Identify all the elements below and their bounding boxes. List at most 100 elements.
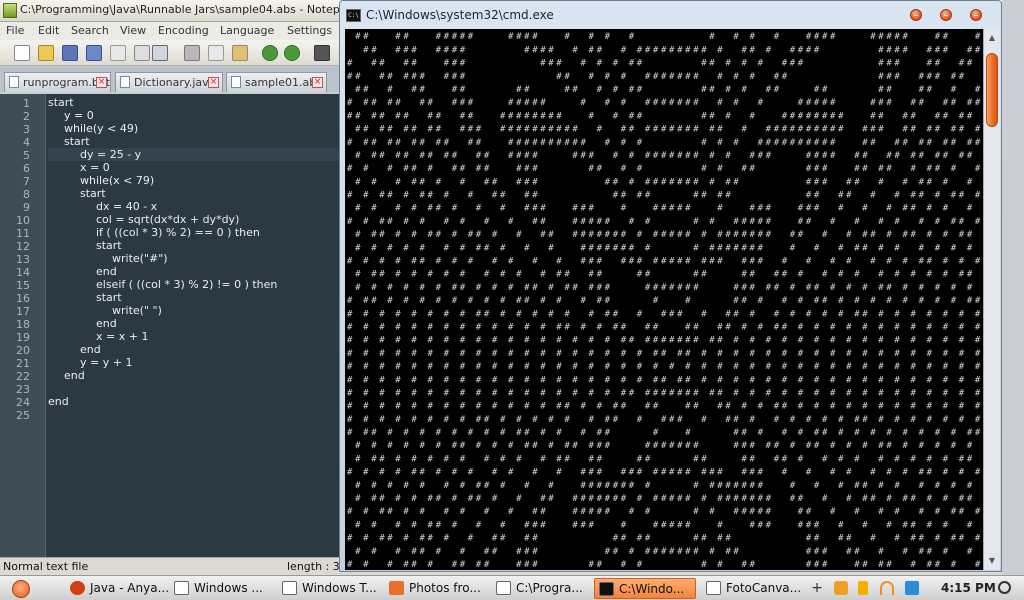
- close-button[interactable]: [970, 9, 982, 21]
- find-icon[interactable]: [314, 45, 330, 61]
- ascii-hash-char: #: [403, 243, 409, 253]
- ascii-hash-char: #: [436, 547, 442, 557]
- task-windows-2[interactable]: Windows T...: [278, 578, 382, 599]
- paste-icon[interactable]: [232, 45, 248, 61]
- ascii-hash-char: #: [838, 270, 844, 280]
- ascii-hash-char: #: [742, 270, 748, 280]
- task-windows-1[interactable]: Windows ...: [170, 578, 274, 599]
- ascii-hash-char: #: [436, 283, 442, 293]
- ascii-hash-char: #: [613, 111, 619, 121]
- code-area[interactable]: start y = 0 while(y < 49) start dy = 25 - yx…: [48, 94, 345, 557]
- task-photos[interactable]: Photos fro...: [385, 578, 489, 599]
- cut-icon[interactable]: [184, 45, 200, 61]
- ascii-hash-char: #: [629, 177, 635, 187]
- ascii-hash-char: #: [484, 164, 490, 174]
- menu-edit[interactable]: Edit: [38, 24, 59, 37]
- ascii-hash-char: #: [379, 389, 385, 399]
- close-icon[interactable]: ×: [312, 77, 323, 88]
- battery-icon[interactable]: [858, 581, 868, 595]
- ascii-hash-char: #: [798, 507, 804, 517]
- ascii-hash-char: #: [411, 389, 417, 399]
- ascii-hash-char: #: [508, 375, 514, 385]
- code-editor[interactable]: 1 2 3 4 5 6 7 8 9 10 11 12 13 14 15 16 17 18 19 20 21 22 23 24 2…: [0, 94, 345, 557]
- task-programming-folder[interactable]: C:\Progra...: [492, 578, 590, 599]
- ascii-hash-char: #: [927, 349, 933, 359]
- ascii-hash-char: #: [927, 323, 933, 333]
- task-cmd[interactable]: C:\Windo...: [594, 578, 696, 599]
- scroll-down-icon[interactable]: ▼: [986, 555, 998, 567]
- ascii-hash-char: #: [597, 45, 603, 55]
- ascii-hash-char: #: [653, 547, 659, 557]
- save-all-icon[interactable]: [86, 45, 102, 61]
- maximize-button[interactable]: [940, 9, 952, 21]
- menu-encoding[interactable]: Encoding: [158, 24, 209, 37]
- start-button[interactable]: [12, 580, 30, 598]
- ascii-hash-char: #: [516, 32, 522, 42]
- ascii-hash-char: #: [508, 283, 514, 293]
- ascii-hash-char: #: [846, 441, 852, 451]
- menu-settings[interactable]: Settings: [287, 24, 332, 37]
- wifi-icon[interactable]: [880, 581, 894, 595]
- tab-runprogram[interactable]: runprogram.bat ×: [4, 72, 111, 92]
- print-icon[interactable]: [152, 45, 168, 61]
- ascii-hash-char: #: [677, 177, 683, 187]
- close-all-icon[interactable]: [134, 45, 150, 61]
- ascii-hash-char: #: [798, 204, 804, 214]
- plus-icon[interactable]: +: [810, 581, 824, 595]
- close-icon[interactable]: ×: [96, 77, 107, 88]
- clock[interactable]: 4:15 PM: [941, 581, 996, 595]
- menu-file[interactable]: File: [6, 24, 24, 37]
- ascii-hash-char: #: [355, 151, 361, 161]
- ascii-hash-char: #: [790, 45, 796, 55]
- ascii-hash-char: #: [790, 230, 796, 240]
- ascii-hash-char: #: [943, 389, 949, 399]
- ascii-hash-char: #: [717, 375, 723, 385]
- ascii-hash-char: #: [468, 230, 474, 240]
- ascii-hash-char: #: [742, 59, 748, 69]
- save-icon[interactable]: [62, 45, 78, 61]
- ascii-hash-char: #: [943, 270, 949, 280]
- menu-search[interactable]: Search: [71, 24, 109, 37]
- scroll-up-icon[interactable]: ▲: [986, 32, 998, 44]
- minimize-button[interactable]: [910, 9, 922, 21]
- ascii-hash-char: #: [798, 230, 804, 240]
- menu-language[interactable]: Language: [220, 24, 274, 37]
- file-icon: [120, 76, 130, 88]
- ascii-hash-char: #: [411, 138, 417, 148]
- ascii-hash-char: #: [645, 151, 651, 161]
- ascii-hash-char: #: [444, 323, 450, 333]
- ascii-hash-char: #: [645, 481, 651, 491]
- undo-icon[interactable]: [262, 45, 278, 61]
- scrollbar-thumb[interactable]: [986, 53, 998, 127]
- ascii-hash-char: #: [919, 547, 925, 557]
- ascii-hash-char: #: [822, 177, 828, 187]
- ascii-hash-char: #: [637, 164, 643, 174]
- ascii-hash-char: #: [959, 375, 965, 385]
- ascii-hash-char: #: [355, 481, 361, 491]
- ascii-hash-char: #: [492, 349, 498, 359]
- menu-view[interactable]: View: [120, 24, 146, 37]
- tab-sample01[interactable]: sample01.abs ×: [226, 72, 327, 92]
- ascii-hash-char: #: [830, 217, 836, 227]
- close-icon[interactable]: ×: [208, 77, 219, 88]
- vertical-scrollbar[interactable]: ▲ ▼: [983, 29, 1000, 570]
- open-file-icon[interactable]: [38, 45, 54, 61]
- copy-icon[interactable]: [208, 45, 224, 61]
- ascii-hash-char: #: [637, 468, 643, 478]
- search-icon[interactable]: [998, 581, 1011, 594]
- new-file-icon[interactable]: [14, 45, 30, 61]
- cmd-titlebar[interactable]: C:\ C:\Windows\system32\cmd.exe: [340, 1, 1001, 29]
- ascii-hash-char: #: [484, 309, 490, 319]
- ascii-hash-char: #: [701, 191, 707, 201]
- tab-dictionary[interactable]: Dictionary.java ×: [115, 72, 223, 92]
- ascii-hash-char: #: [782, 336, 788, 346]
- ascii-hash-char: #: [363, 415, 369, 425]
- console-output[interactable]: # # # # # # # # # # # # # # # # # # # # # # # # # # # # # # # # # # # # # # # #…: [345, 29, 983, 570]
- close-file-icon[interactable]: [110, 45, 126, 61]
- task-fotocanvas[interactable]: FotoCanva...: [702, 578, 804, 599]
- sync-icon[interactable]: [834, 581, 848, 595]
- redo-icon[interactable]: [284, 45, 300, 61]
- task-java-anya[interactable]: Java - Anya...: [66, 578, 168, 599]
- ascii-hash-char: #: [524, 177, 530, 187]
- volume-icon[interactable]: [905, 581, 919, 595]
